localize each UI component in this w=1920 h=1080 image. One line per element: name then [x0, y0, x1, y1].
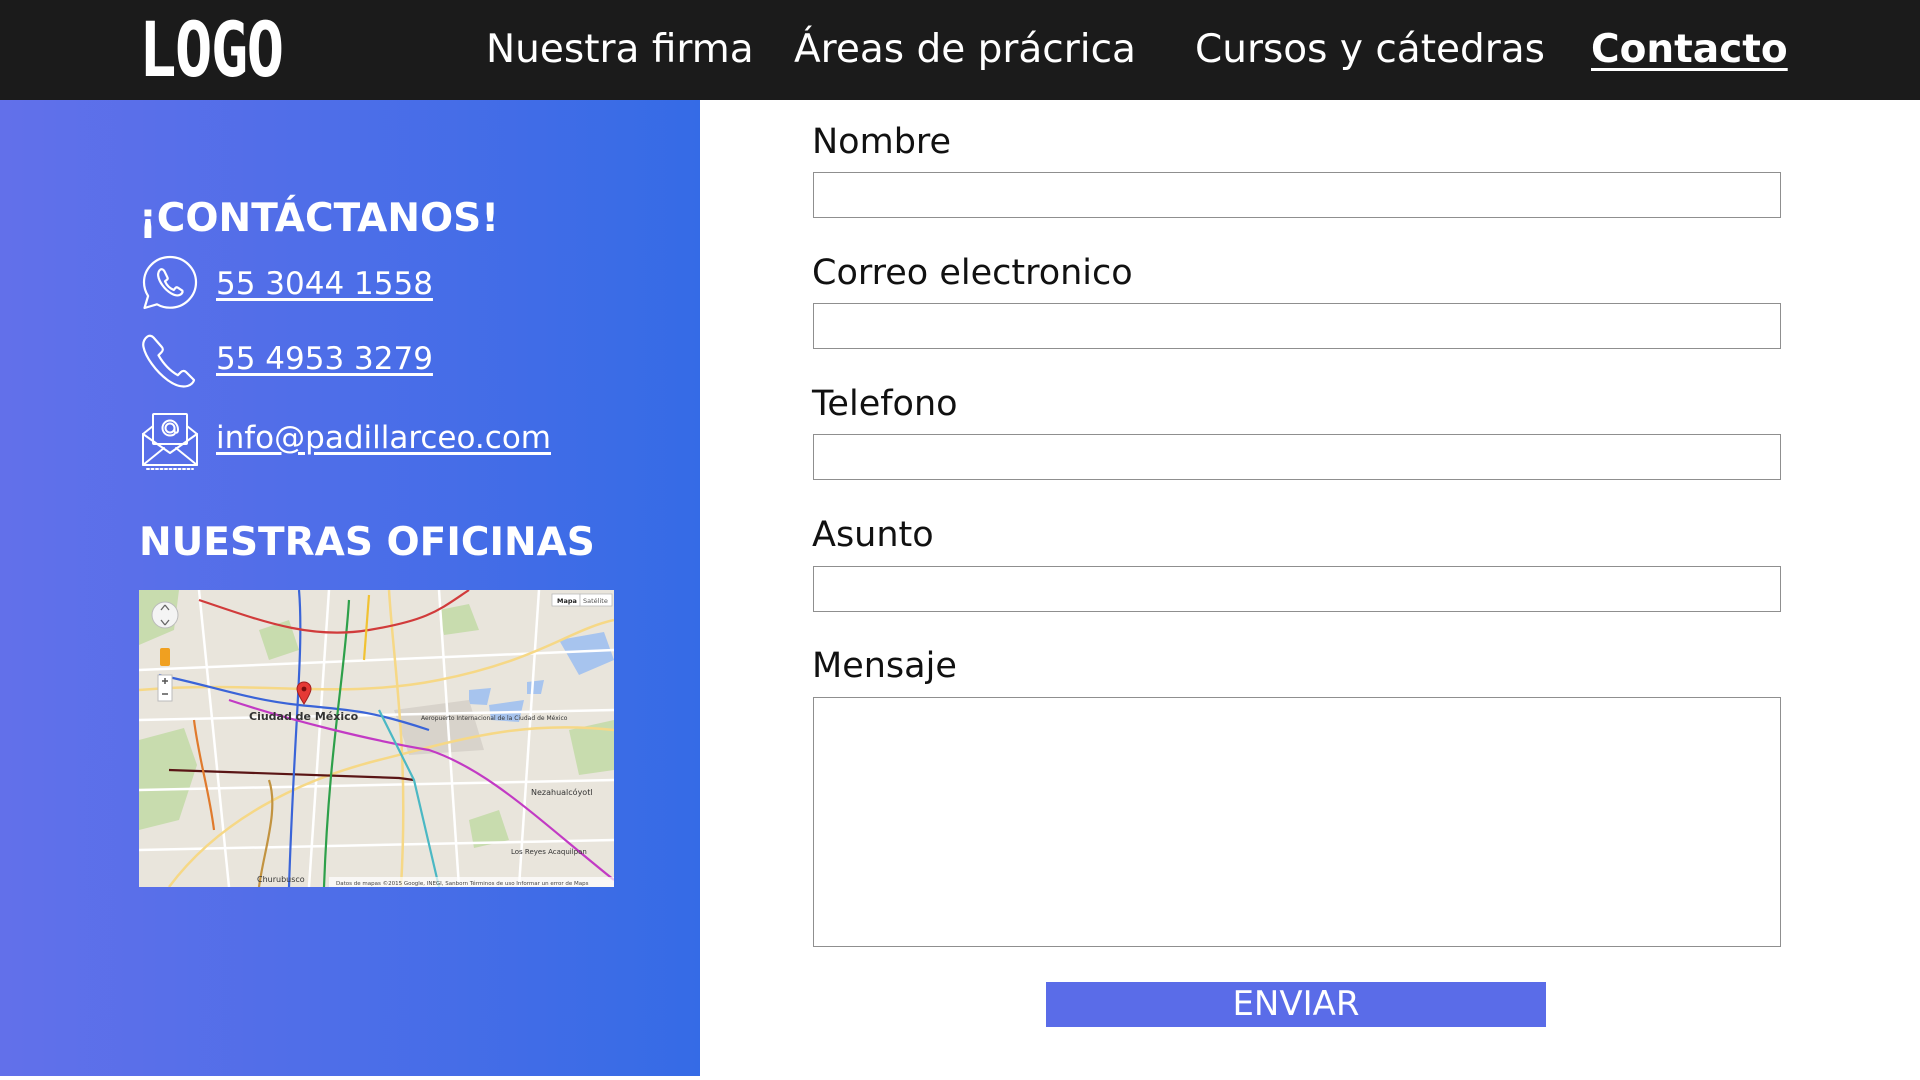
map-type-controls[interactable]: Mapa Satélite [551, 593, 613, 607]
top-navbar: LOGO Nuestra firma Áreas de prácrica Cur… [0, 0, 1920, 100]
subject-input[interactable] [813, 566, 1781, 612]
map-attribution[interactable]: Datos de mapas ©2015 Google, INEGI, Sanb… [336, 880, 589, 887]
satellite-button-label[interactable]: Satélite [583, 597, 608, 605]
map-label-los-reyes: Los Reyes Acaquilpan [511, 848, 587, 856]
submit-button[interactable]: ENVIAR [1046, 982, 1546, 1027]
nav-link-nuestra-firma[interactable]: Nuestra firma [486, 0, 754, 100]
contact-panel [0, 100, 700, 1076]
message-label: Mensaje [812, 646, 957, 686]
map-label-airport: Aeropuerto Internacional de la Ciudad de… [421, 715, 568, 722]
nav-link-contacto[interactable]: Contacto [1591, 0, 1788, 100]
street-view-icon[interactable] [160, 648, 170, 666]
map-label-city: Ciudad de México [249, 710, 359, 723]
subject-label: Asunto [812, 515, 934, 555]
nav-link-cursos-y-catedras[interactable]: Cursos y cátedras [1195, 0, 1545, 100]
logo[interactable]: LOGO [139, 12, 284, 88]
map-label-churubusco: Churubusco [257, 875, 305, 884]
offices-heading: NUESTRAS OFICINAS [139, 520, 595, 565]
phone-icon [139, 331, 201, 393]
map-label-nezahualcoyotl: Nezahualcóyotl [531, 787, 593, 797]
phone-number-link[interactable]: 55 4953 3279 [216, 341, 433, 377]
name-label: Nombre [812, 122, 952, 162]
message-textarea[interactable] [813, 697, 1781, 947]
map-button-label[interactable]: Mapa [557, 597, 577, 605]
whatsapp-icon [139, 252, 201, 314]
phone-label: Telefono [812, 384, 958, 424]
email-icon [139, 408, 201, 470]
email-link[interactable]: info@padillarceo.com [216, 420, 551, 456]
whatsapp-number-link[interactable]: 55 3044 1558 [216, 266, 433, 302]
name-input[interactable] [813, 172, 1781, 218]
contact-heading: ¡CONTÁCTANOS! [139, 196, 500, 241]
email-label: Correo electronico [812, 253, 1133, 293]
nav-link-areas-de-practica[interactable]: Áreas de prácrica [794, 0, 1136, 100]
email-input[interactable] [813, 303, 1781, 349]
offices-map[interactable]: Ciudad de México Aeropuerto Internaciona… [139, 590, 614, 887]
phone-input[interactable] [813, 434, 1781, 480]
